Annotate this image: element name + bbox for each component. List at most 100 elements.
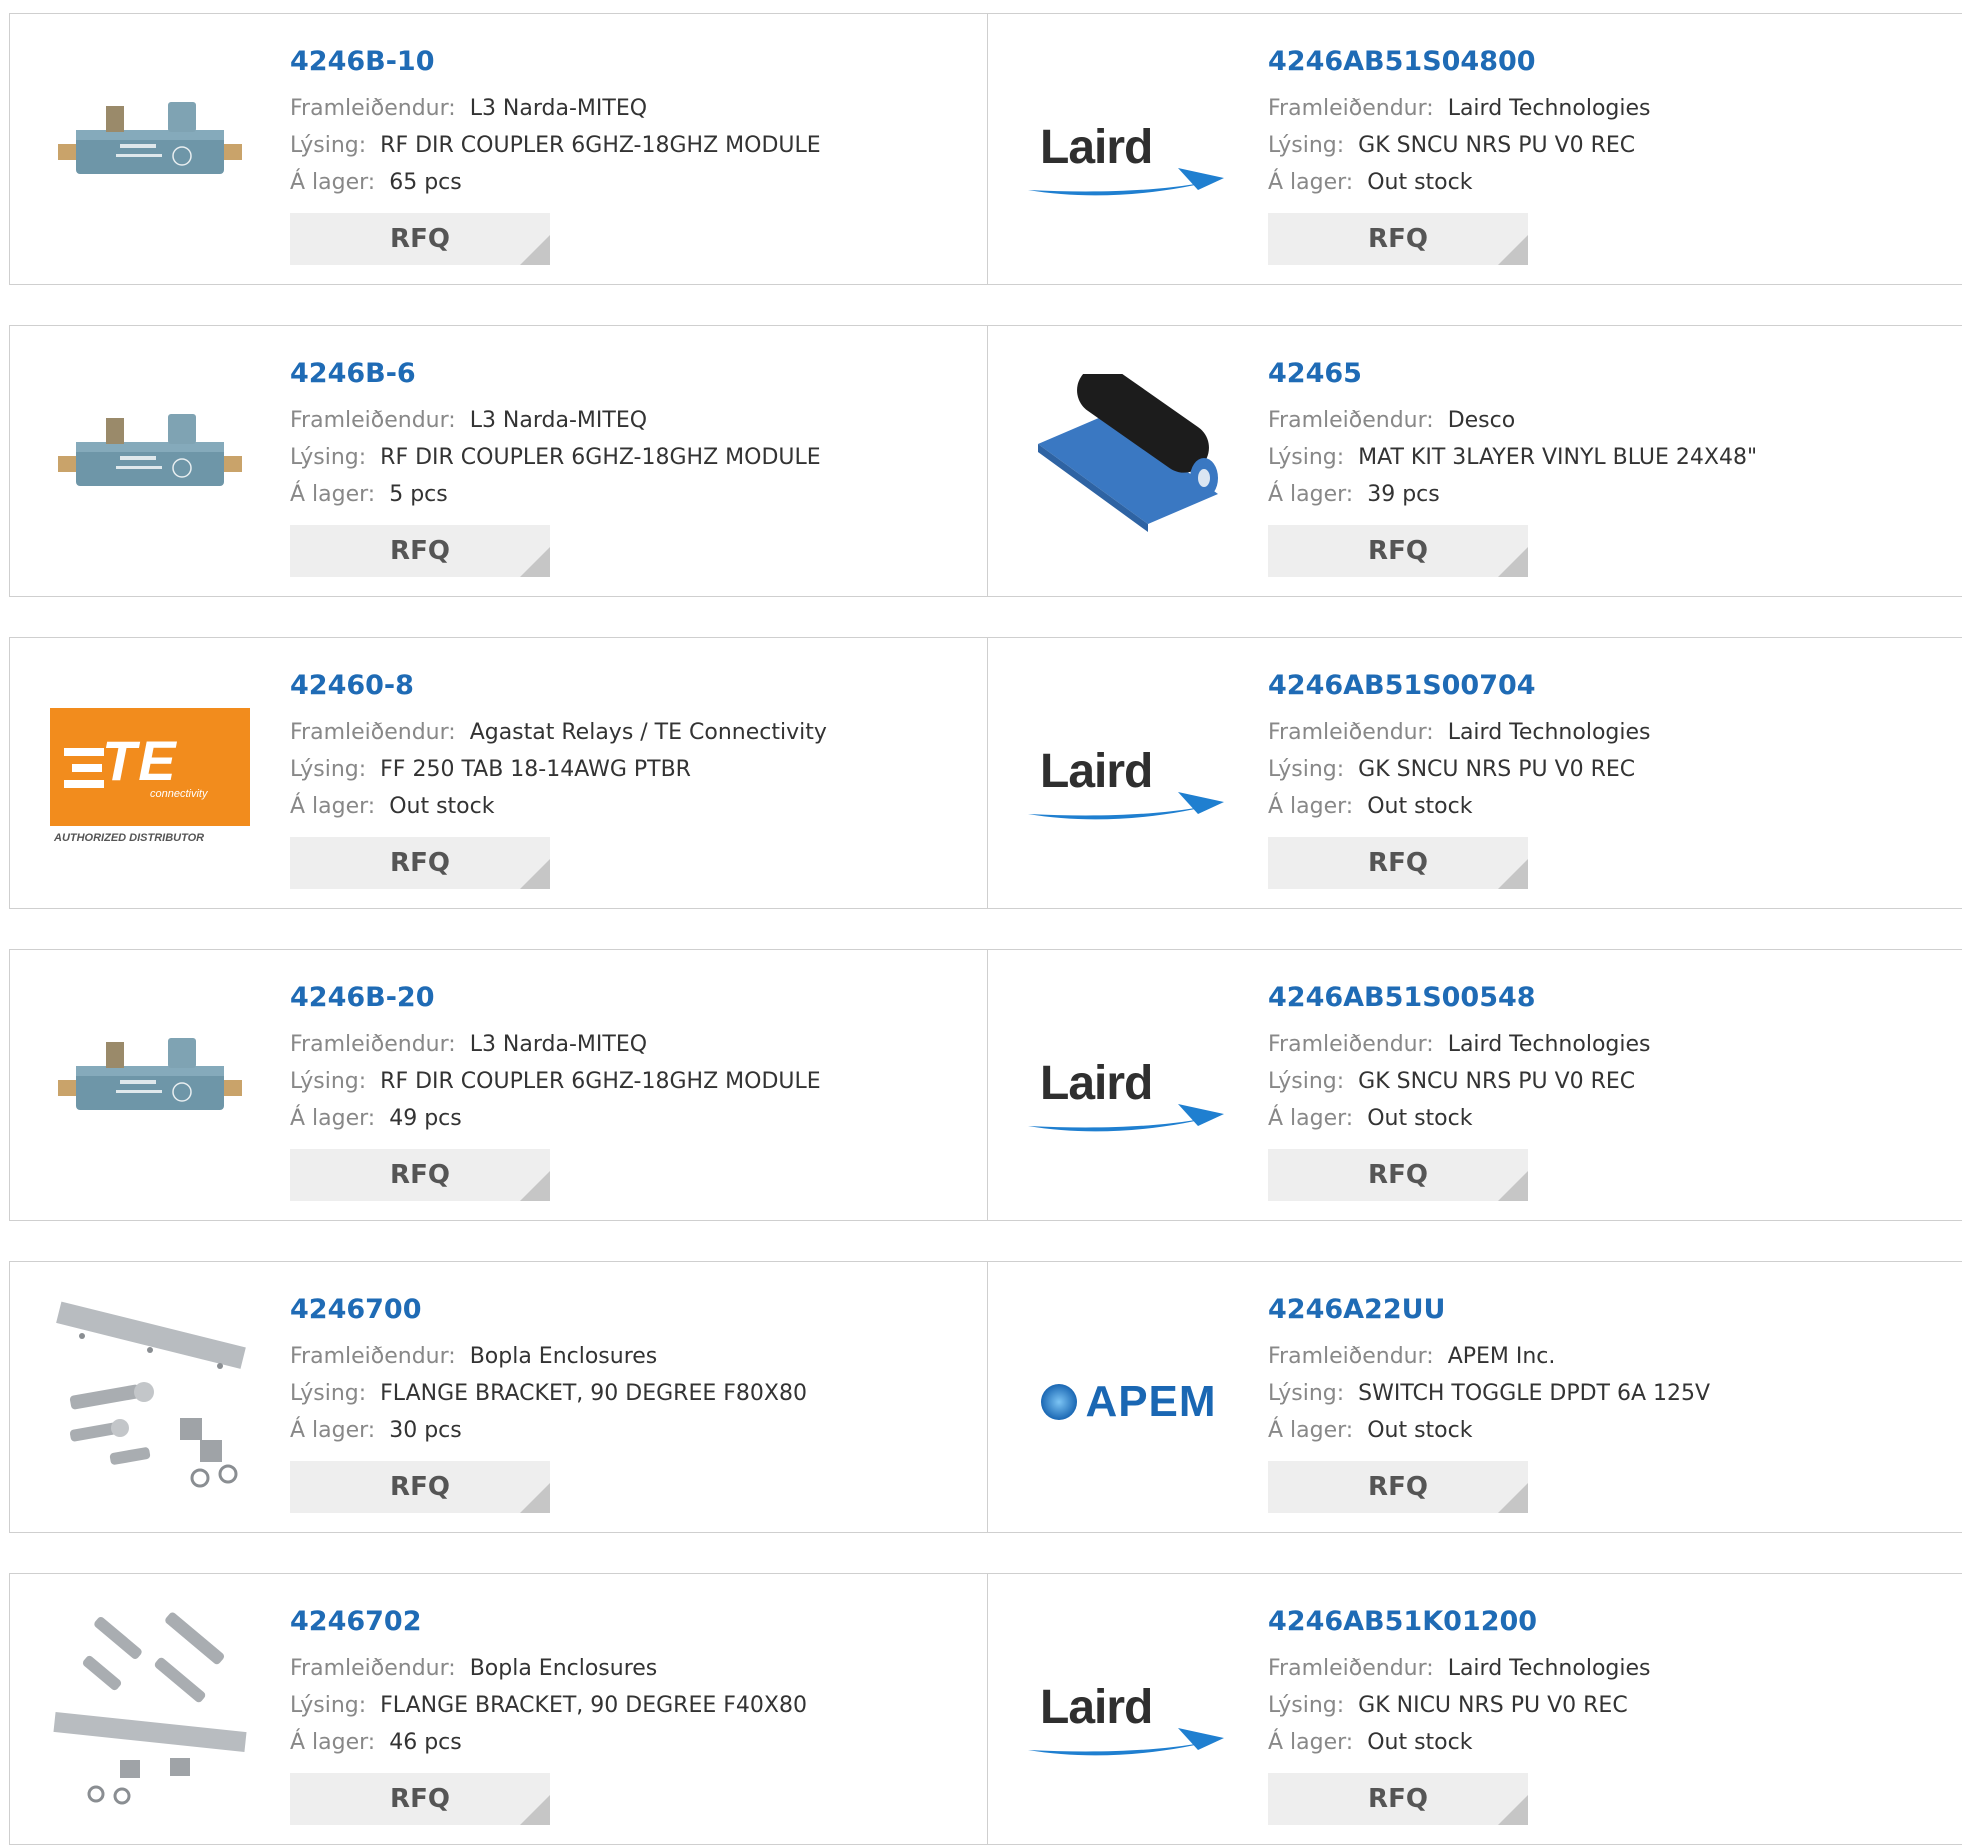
part-number-link[interactable]: 4246702 bbox=[290, 1604, 960, 1640]
product-row: 4246700 Framleiðendur: Bopla Enclosures Lýs… bbox=[9, 1261, 1962, 1533]
rfq-button[interactable]: RFQ bbox=[1268, 1461, 1528, 1513]
product-card: 4246700 Framleiðendur: Bopla Enclosures Lýs… bbox=[10, 1262, 988, 1532]
manufacturer-label: Framleiðendur: bbox=[290, 96, 456, 121]
description-value: SWITCH TOGGLE DPDT 6A 125V bbox=[1358, 1381, 1711, 1406]
rfq-button[interactable]: RFQ bbox=[1268, 837, 1528, 889]
product-info: 4246AB51S00548 Framleiðendur: Laird Techno… bbox=[1268, 980, 1938, 1201]
rfq-button[interactable]: RFQ bbox=[1268, 213, 1528, 265]
part-number-link[interactable]: 4246AB51S04800 bbox=[1268, 44, 1938, 80]
product-thumbnail[interactable] bbox=[50, 1301, 250, 1502]
manufacturer-label: Framleiðendur: bbox=[290, 720, 456, 745]
stock-row: Á lager: 65 pcs bbox=[290, 164, 960, 201]
manufacturer-row: Framleiðendur: Laird Technologies bbox=[1268, 1650, 1938, 1687]
product-thumbnail[interactable]: Laird bbox=[1028, 1614, 1228, 1814]
directional-coupler-photo bbox=[50, 1008, 250, 1172]
manufacturer-value: Laird Technologies bbox=[1447, 1032, 1651, 1057]
laird-logo: Laird bbox=[1028, 1050, 1228, 1132]
part-number-link[interactable]: 4246B-20 bbox=[290, 980, 960, 1016]
product-card: TE connectivity AUTHORIZED DISTRIBUTOR 4246… bbox=[10, 638, 988, 908]
manufacturer-value: L3 Narda-MITEQ bbox=[469, 408, 648, 433]
apem-logo-text: APEM bbox=[1085, 1377, 1217, 1426]
manufacturer-value: APEM Inc. bbox=[1447, 1344, 1556, 1369]
rfq-button[interactable]: RFQ bbox=[290, 1149, 550, 1201]
part-number-link[interactable]: 42465 bbox=[1268, 356, 1938, 392]
product-thumbnail[interactable]: Laird bbox=[1028, 54, 1228, 254]
laird-logo: Laird bbox=[1028, 1674, 1228, 1756]
part-number-link[interactable]: 4246A22UU bbox=[1268, 1292, 1938, 1328]
product-row: TE connectivity AUTHORIZED DISTRIBUTOR 4246… bbox=[9, 637, 1962, 909]
product-info: 4246AB51S00704 Framleiðendur: Laird Techno… bbox=[1268, 668, 1938, 889]
product-thumbnail[interactable] bbox=[50, 366, 250, 566]
product-thumbnail[interactable] bbox=[50, 990, 250, 1190]
manufacturer-label: Framleiðendur: bbox=[1268, 720, 1434, 745]
stock-row: Á lager: Out stock bbox=[1268, 788, 1938, 825]
rfq-button-label: RFQ bbox=[1368, 536, 1428, 566]
description-label: Lýsing: bbox=[1268, 1381, 1345, 1406]
product-info: 42460-8 Framleiðendur: Agastat Relays / TE… bbox=[290, 668, 960, 889]
stock-value: 46 pcs bbox=[389, 1730, 462, 1755]
part-number-link[interactable]: 4246B-10 bbox=[290, 44, 960, 80]
stock-label: Á lager: bbox=[290, 482, 376, 507]
product-thumbnail[interactable]: Laird bbox=[1028, 990, 1228, 1190]
product-card: 4246B-6 Framleiðendur: L3 Narda-MITEQ Lýsin… bbox=[10, 326, 988, 596]
product-info: 4246AB51S04800 Framleiðendur: Laird Techno… bbox=[1268, 44, 1938, 265]
rfq-button[interactable]: RFQ bbox=[290, 213, 550, 265]
manufacturer-value: Bopla Enclosures bbox=[469, 1344, 658, 1369]
manufacturer-row: Framleiðendur: Desco bbox=[1268, 402, 1938, 439]
rfq-button-label: RFQ bbox=[1368, 1784, 1428, 1814]
stock-row: Á lager: 30 pcs bbox=[290, 1412, 960, 1449]
part-number-link[interactable]: 4246AB51S00704 bbox=[1268, 668, 1938, 704]
stock-label: Á lager: bbox=[1268, 1418, 1354, 1443]
stock-row: Á lager: Out stock bbox=[1268, 1100, 1938, 1137]
product-thumbnail[interactable]: Laird bbox=[1028, 678, 1228, 878]
part-number-link[interactable]: 4246AB51S00548 bbox=[1268, 980, 1938, 1016]
manufacturer-label: Framleiðendur: bbox=[290, 1344, 456, 1369]
stock-label: Á lager: bbox=[290, 170, 376, 195]
manufacturer-row: Framleiðendur: Laird Technologies bbox=[1268, 1026, 1938, 1063]
part-number-link[interactable]: 4246700 bbox=[290, 1292, 960, 1328]
product-thumbnail[interactable]: TE connectivity AUTHORIZED DISTRIBUTOR bbox=[50, 678, 250, 878]
product-card: 4246702 Framleiðendur: Bopla Enclosures Lýs… bbox=[10, 1574, 988, 1844]
part-number-link[interactable]: 4246AB51K01200 bbox=[1268, 1604, 1938, 1640]
product-card: Laird 4246AB51S04800 Framleiðendur: Laird T… bbox=[988, 14, 1962, 284]
product-thumbnail[interactable] bbox=[1028, 365, 1228, 566]
rfq-button[interactable]: RFQ bbox=[1268, 1149, 1528, 1201]
description-row: Lýsing: FLANGE BRACKET, 90 DEGREE F40X80 bbox=[290, 1687, 960, 1724]
rfq-button[interactable]: RFQ bbox=[290, 837, 550, 889]
rfq-button[interactable]: RFQ bbox=[290, 1461, 550, 1513]
part-number-link[interactable]: 42460-8 bbox=[290, 668, 960, 704]
description-row: Lýsing: GK SNCU NRS PU V0 REC bbox=[1268, 1063, 1938, 1100]
description-value: FLANGE BRACKET, 90 DEGREE F80X80 bbox=[380, 1381, 807, 1406]
product-card: Laird 4246AB51K01200 Framleiðendur: Laird T… bbox=[988, 1574, 1962, 1844]
rfq-button-label: RFQ bbox=[390, 1160, 450, 1190]
rfq-corner-decoration bbox=[1498, 235, 1528, 265]
description-label: Lýsing: bbox=[1268, 445, 1345, 470]
rfq-button-label: RFQ bbox=[390, 536, 450, 566]
product-row: 4246B-20 Framleiðendur: L3 Narda-MITEQ Lýsi… bbox=[9, 949, 1962, 1221]
rfq-button-label: RFQ bbox=[1368, 224, 1428, 254]
manufacturer-value: Desco bbox=[1447, 408, 1516, 433]
description-label: Lýsing: bbox=[290, 445, 367, 470]
stock-row: Á lager: Out stock bbox=[1268, 164, 1938, 201]
rfq-button[interactable]: RFQ bbox=[290, 525, 550, 577]
stock-value: Out stock bbox=[1367, 170, 1473, 195]
rfq-button[interactable]: RFQ bbox=[1268, 1773, 1528, 1825]
product-list: 4246B-10 Framleiðendur: L3 Narda-MITEQ Lýsi… bbox=[0, 0, 1962, 1845]
directional-coupler-photo bbox=[50, 72, 250, 236]
description-label: Lýsing: bbox=[290, 757, 367, 782]
stock-value: Out stock bbox=[1367, 1106, 1473, 1131]
product-thumbnail[interactable]: APEM bbox=[1028, 1302, 1228, 1502]
rfq-corner-decoration bbox=[1498, 859, 1528, 889]
rfq-button[interactable]: RFQ bbox=[1268, 525, 1528, 577]
description-value: GK SNCU NRS PU V0 REC bbox=[1358, 1069, 1636, 1094]
stock-row: Á lager: Out stock bbox=[1268, 1724, 1938, 1761]
rfq-button-label: RFQ bbox=[390, 1784, 450, 1814]
part-number-link[interactable]: 4246B-6 bbox=[290, 356, 960, 392]
flange-bracket-photo bbox=[50, 1612, 250, 1816]
rfq-button[interactable]: RFQ bbox=[290, 1773, 550, 1825]
product-thumbnail[interactable] bbox=[50, 1612, 250, 1816]
manufacturer-label: Framleiðendur: bbox=[290, 1032, 456, 1057]
stock-label: Á lager: bbox=[290, 1106, 376, 1131]
product-thumbnail[interactable] bbox=[50, 54, 250, 254]
te-logo-text: TE bbox=[102, 729, 178, 792]
